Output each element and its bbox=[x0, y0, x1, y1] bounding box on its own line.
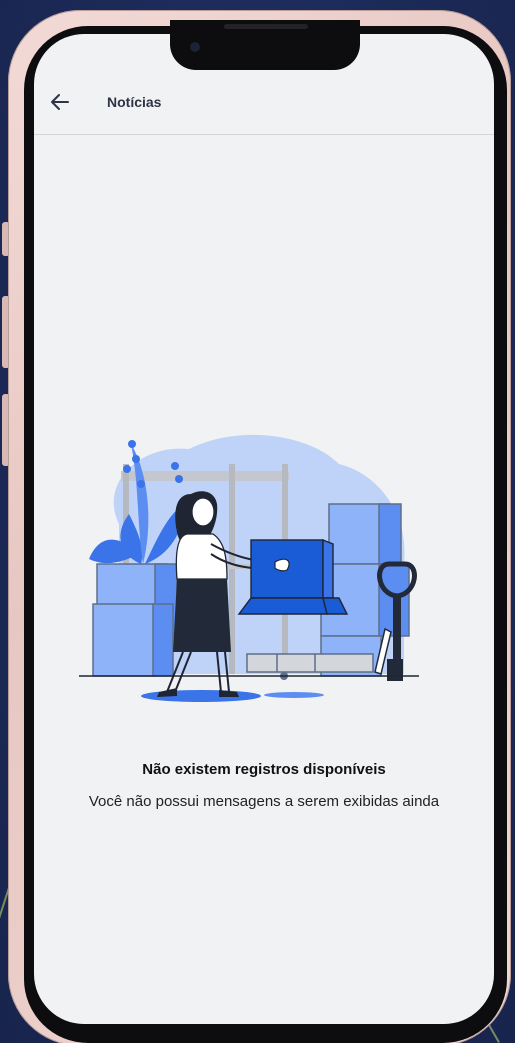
pallet-base bbox=[246, 653, 374, 673]
pallet-jack-shaft bbox=[393, 594, 401, 664]
plant-bud bbox=[171, 462, 179, 470]
phone-screen: Notícias Não existem registros disponíve… bbox=[34, 34, 494, 1024]
floor-shadow-right bbox=[264, 692, 324, 698]
woman-blouse bbox=[175, 533, 228, 580]
plant-bud bbox=[175, 475, 183, 483]
empty-state-illustration bbox=[79, 434, 419, 702]
plant-bud bbox=[123, 465, 131, 473]
pallet-jack-body bbox=[387, 659, 403, 681]
front-camera-icon bbox=[190, 42, 200, 52]
woman-face bbox=[191, 497, 215, 527]
plant-bud bbox=[137, 480, 145, 488]
empty-state-message: Você não possui mensagens a serem exibid… bbox=[88, 793, 440, 810]
shelf-top-bar bbox=[121, 471, 289, 481]
box-right-top-side bbox=[378, 503, 402, 565]
phone-notch bbox=[170, 20, 360, 70]
held-box-flap bbox=[322, 538, 334, 599]
background: Notícias Não existem registros disponíve… bbox=[0, 0, 515, 1043]
woman-skirt bbox=[173, 579, 231, 652]
page-title: Notícias bbox=[107, 94, 162, 110]
plant-bud bbox=[132, 455, 140, 463]
empty-state-title: Não existem registros disponíveis bbox=[142, 761, 386, 778]
woman-hand bbox=[274, 558, 290, 572]
box-left-lower-side bbox=[152, 603, 174, 677]
arrow-left-icon bbox=[51, 94, 69, 110]
box-left-lower bbox=[92, 603, 156, 677]
plant-bud bbox=[128, 440, 136, 448]
back-button[interactable] bbox=[48, 90, 72, 114]
notch-speaker bbox=[224, 24, 308, 29]
held-box-flap bbox=[237, 597, 328, 615]
